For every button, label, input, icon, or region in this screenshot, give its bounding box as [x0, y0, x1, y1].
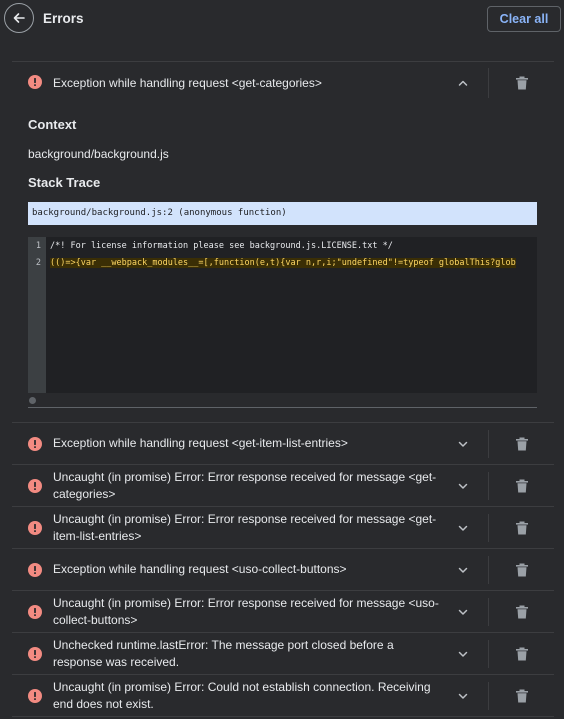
vertical-separator	[488, 430, 489, 458]
chevron-down-icon[interactable]	[457, 438, 469, 450]
expanded-error-item: Exception while handling request <get-ca…	[12, 62, 554, 422]
error-icon	[28, 689, 42, 703]
error-list: Exception while handling request <get-ca…	[12, 61, 554, 717]
error-icon	[28, 437, 42, 451]
collapsed-error-list: Exception while handling request <get-it…	[12, 423, 554, 717]
error-icon	[28, 605, 42, 619]
chevron-down-icon[interactable]	[457, 606, 469, 618]
code-line-highlighted: (()=>{var __webpack_modules__=[,function…	[50, 258, 516, 268]
error-row-header[interactable]: Exception while handling request <get-ca…	[12, 62, 554, 106]
vertical-separator	[488, 472, 489, 500]
trash-icon[interactable]	[515, 521, 529, 535]
error-icon	[28, 647, 42, 661]
error-icon	[28, 521, 42, 535]
header: Errors Clear all	[0, 0, 564, 38]
vertical-separator	[488, 682, 489, 710]
trash-icon[interactable]	[515, 563, 529, 577]
error-message: Uncaught (in promise) Error: Error respo…	[53, 512, 437, 543]
vertical-separator	[488, 68, 489, 98]
line-number: 1	[35, 241, 41, 251]
code-line: /*! For license information please see b…	[50, 241, 393, 251]
chevron-down-icon[interactable]	[457, 522, 469, 534]
error-item[interactable]: Unchecked runtime.lastError: The message…	[12, 633, 554, 674]
trash-icon[interactable]	[515, 479, 529, 493]
trash-icon[interactable]	[515, 647, 529, 661]
back-button[interactable]	[4, 3, 34, 33]
vertical-separator	[488, 640, 489, 668]
back-arrow-icon	[13, 13, 25, 23]
code-viewer[interactable]: 1 /*! For license information please see…	[28, 237, 537, 393]
clear-all-button[interactable]: Clear all	[487, 6, 561, 32]
trash-icon[interactable]	[515, 76, 529, 90]
chevron-down-icon[interactable]	[457, 564, 469, 576]
error-message: Uncaught (in promise) Error: Error respo…	[53, 596, 439, 627]
error-item[interactable]: Uncaught (in promise) Error: Error respo…	[12, 465, 554, 506]
error-item[interactable]: Uncaught (in promise) Error: Error respo…	[12, 591, 554, 632]
error-message: Uncaught (in promise) Error: Could not e…	[53, 680, 431, 711]
chevron-up-icon[interactable]	[457, 77, 469, 89]
stack-trace-label: Stack Trace	[28, 175, 101, 190]
stack-frame[interactable]: background/background.js:2 (anonymous fu…	[28, 202, 537, 225]
trash-icon[interactable]	[515, 437, 529, 451]
vertical-separator	[488, 598, 489, 626]
horizontal-scrollbar[interactable]	[28, 393, 537, 408]
error-message: Exception while handling request <get-it…	[53, 436, 348, 450]
vertical-separator	[488, 556, 489, 584]
error-item[interactable]: Exception while handling request <get-it…	[12, 423, 554, 464]
error-item[interactable]: Uncaught (in promise) Error: Could not e…	[12, 675, 554, 716]
context-value: background/background.js	[28, 147, 169, 161]
scrollbar-thumb[interactable]	[29, 397, 36, 404]
error-item[interactable]: Uncaught (in promise) Error: Error respo…	[12, 507, 554, 548]
error-icon	[28, 479, 42, 493]
chevron-down-icon[interactable]	[457, 690, 469, 702]
error-item[interactable]: Exception while handling request <uso-co…	[12, 549, 554, 590]
line-number: 2	[35, 258, 41, 268]
error-message: Exception while handling request <get-ca…	[53, 76, 322, 90]
error-icon	[28, 75, 42, 89]
trash-icon[interactable]	[515, 605, 529, 619]
vertical-separator	[488, 514, 489, 542]
error-message: Unchecked runtime.lastError: The message…	[53, 638, 394, 669]
trash-icon[interactable]	[515, 689, 529, 703]
chevron-down-icon[interactable]	[457, 480, 469, 492]
error-message: Exception while handling request <uso-co…	[53, 562, 347, 576]
error-message: Uncaught (in promise) Error: Error respo…	[53, 470, 437, 501]
context-label: Context	[28, 117, 77, 132]
divider	[12, 716, 554, 717]
error-icon	[28, 563, 42, 577]
chevron-down-icon[interactable]	[457, 648, 469, 660]
page-title: Errors	[43, 11, 84, 26]
